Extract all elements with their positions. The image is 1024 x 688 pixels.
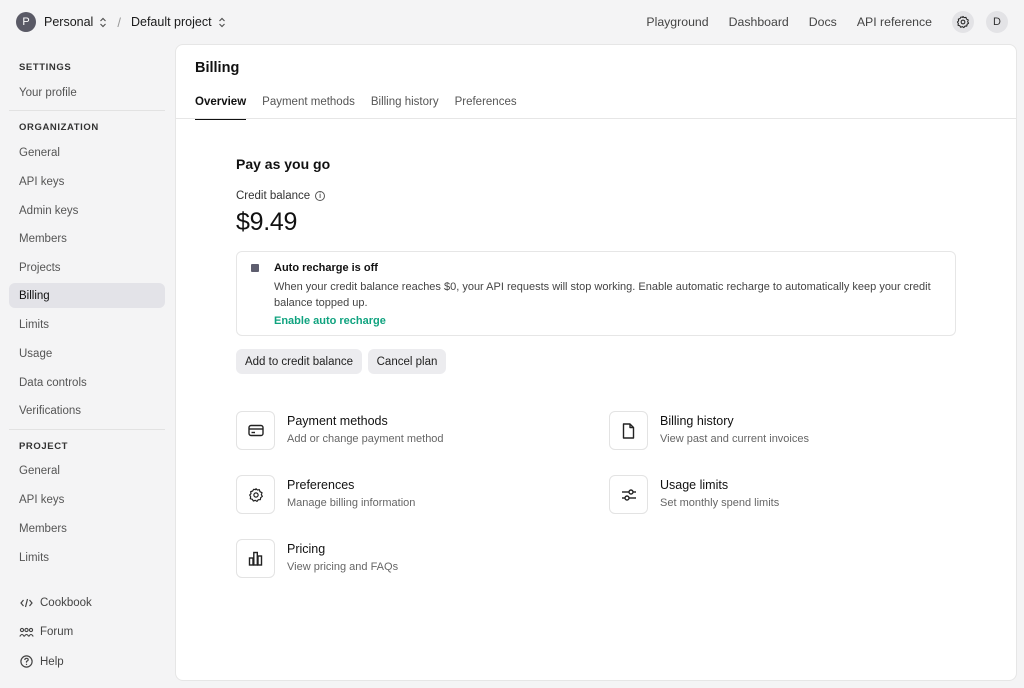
card-subtitle: Set monthly spend limits	[660, 497, 780, 509]
page-title: Billing	[195, 60, 240, 76]
nav-api-reference[interactable]: API reference	[857, 15, 932, 29]
chevron-updown-icon	[99, 17, 107, 28]
sidebar-item-general[interactable]: General	[9, 140, 165, 165]
status-square-icon	[251, 264, 259, 272]
sidebar-item-project-general[interactable]: General	[9, 458, 165, 483]
sidebar-divider	[9, 110, 165, 111]
sidebar-divider	[9, 429, 165, 430]
card-subtitle: Manage billing information	[287, 497, 416, 509]
top-bar: P Personal / Default project Playground …	[0, 0, 1024, 44]
sidebar-item-data-controls[interactable]: Data controls	[9, 370, 165, 395]
sidebar-item-billing[interactable]: Billing	[9, 283, 165, 308]
card-subtitle: View past and current invoices	[660, 433, 809, 445]
auto-recharge-notice: Auto recharge is off When your credit ba…	[236, 251, 956, 336]
sidebar-item-admin-keys[interactable]: Admin keys	[9, 198, 165, 223]
billing-tabs: Overview Payment methods Billing history…	[195, 96, 533, 120]
sidebar-link-cookbook[interactable]: Cookbook	[18, 597, 92, 609]
breadcrumb-separator: /	[117, 14, 121, 30]
project-name: Default project	[130, 15, 212, 29]
nav-dashboard[interactable]: Dashboard	[729, 15, 789, 29]
main-panel: Billing Overview Payment methods Billing…	[175, 44, 1017, 681]
card-billing-history[interactable]: Billing history View past and current in…	[609, 411, 949, 455]
tab-payment-methods[interactable]: Payment methods	[262, 96, 355, 120]
sidebar-item-members[interactable]: Members	[9, 226, 165, 251]
bar-chart-icon	[236, 539, 275, 578]
people-icon	[18, 627, 34, 638]
card-title: Preferences	[287, 478, 355, 492]
nav-playground[interactable]: Playground	[646, 15, 708, 29]
chevron-updown-icon	[218, 17, 226, 28]
sidebar-heading-organization: ORGANIZATION	[19, 122, 99, 133]
card-title: Usage limits	[660, 478, 729, 492]
credit-balance-label: Credit balance i	[236, 190, 326, 202]
card-subtitle: Add or change payment method	[287, 433, 444, 445]
credit-balance-label-text: Credit balance	[236, 190, 311, 202]
notice-text: When your credit balance reaches $0, you…	[274, 281, 931, 309]
credit-balance-amount: $9.49	[236, 208, 298, 236]
org-avatar[interactable]: P	[16, 12, 36, 32]
user-avatar[interactable]: D	[986, 11, 1008, 33]
gear-icon	[956, 15, 970, 29]
card-usage-limits[interactable]: Usage limits Set monthly spend limits	[609, 475, 949, 519]
sidebar-heading-project: PROJECT	[19, 441, 69, 452]
sidebar-item-projects[interactable]: Projects	[9, 255, 165, 280]
sidebar-link-label: Forum	[40, 626, 74, 638]
sidebar-item-project-api-keys[interactable]: API keys	[9, 487, 165, 512]
card-pricing[interactable]: Pricing View pricing and FAQs	[236, 539, 576, 583]
sidebar-link-help[interactable]: Help	[18, 655, 64, 668]
question-circle-icon	[18, 655, 34, 668]
sidebar-item-your-profile[interactable]: Your profile	[9, 80, 165, 105]
tab-overview[interactable]: Overview	[195, 96, 247, 120]
nav-docs[interactable]: Docs	[809, 15, 837, 29]
cancel-plan-button[interactable]: Cancel plan	[368, 349, 446, 374]
top-nav: Playground Dashboard Docs API reference …	[626, 11, 1008, 33]
enable-auto-recharge-link[interactable]: Enable auto recharge	[274, 315, 386, 327]
card-subtitle: View pricing and FAQs	[287, 561, 399, 573]
document-icon	[609, 411, 648, 450]
info-icon[interactable]: i	[315, 191, 326, 201]
sidebar-item-project-members[interactable]: Members	[9, 516, 165, 541]
card-payment-methods[interactable]: Payment methods Add or change payment me…	[236, 411, 576, 455]
notice-title: Auto recharge is off	[274, 262, 378, 274]
org-name: Personal	[44, 15, 94, 29]
tabs-divider	[176, 118, 1016, 119]
add-credit-button[interactable]: Add to credit balance	[236, 349, 362, 374]
tab-billing-history[interactable]: Billing history	[371, 96, 439, 120]
sidebar-item-project-limits[interactable]: Limits	[9, 545, 165, 570]
sidebar-item-usage[interactable]: Usage	[9, 341, 165, 366]
tab-preferences[interactable]: Preferences	[455, 96, 517, 120]
card-title: Pricing	[287, 542, 326, 556]
org-switcher[interactable]: Personal	[44, 15, 107, 29]
card-preferences[interactable]: Preferences Manage billing information	[236, 475, 576, 519]
sliders-icon	[609, 475, 648, 514]
project-switcher[interactable]: Default project	[131, 15, 226, 29]
credit-card-icon	[236, 411, 275, 450]
sidebar-heading-settings: SETTINGS	[19, 62, 72, 73]
sidebar: SETTINGS Your profile ORGANIZATION Gener…	[0, 44, 175, 688]
sidebar-item-api-keys[interactable]: API keys	[9, 169, 165, 194]
sidebar-link-forum[interactable]: Forum	[18, 626, 73, 638]
card-title: Billing history	[660, 414, 734, 428]
sidebar-item-limits[interactable]: Limits	[9, 312, 165, 337]
card-title: Payment methods	[287, 414, 388, 428]
settings-button[interactable]	[952, 11, 974, 33]
sidebar-link-label: Help	[40, 655, 64, 668]
gear-icon	[236, 475, 275, 514]
sidebar-link-label: Cookbook	[40, 597, 92, 609]
sidebar-item-verifications[interactable]: Verifications	[9, 398, 165, 423]
code-icon	[18, 598, 34, 608]
section-title: Pay as you go	[236, 156, 331, 172]
